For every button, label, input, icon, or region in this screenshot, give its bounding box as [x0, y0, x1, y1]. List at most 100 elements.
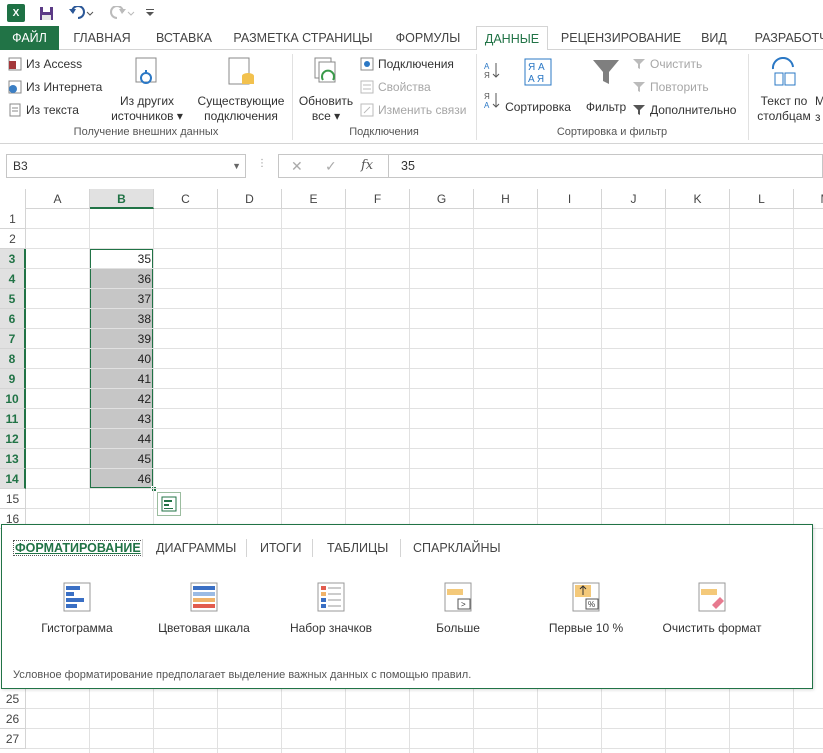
- column-header-f[interactable]: F: [346, 189, 410, 209]
- column-header-k[interactable]: K: [666, 189, 730, 209]
- sort-button[interactable]: Я AA Я Сортировка: [502, 54, 574, 115]
- column-header-h[interactable]: H: [474, 189, 538, 209]
- top-10-icon: %: [570, 581, 602, 613]
- advanced-filter-icon: [633, 105, 645, 115]
- column-header-b[interactable]: B: [90, 189, 154, 209]
- row-header-27[interactable]: 27: [0, 729, 26, 749]
- tab-home[interactable]: ГЛАВНАЯ: [64, 26, 140, 50]
- row-header-25[interactable]: 25: [0, 689, 26, 709]
- tab-formulas[interactable]: ФОРМУЛЫ: [388, 26, 468, 50]
- row-header-14[interactable]: 14: [0, 469, 26, 489]
- qa-tab-totals[interactable]: ИТОГИ: [260, 541, 302, 555]
- color-scale-icon: [188, 581, 220, 613]
- row-header-10[interactable]: 10: [0, 389, 26, 409]
- tab-review[interactable]: РЕЦЕНЗИРОВАНИЕ: [556, 26, 686, 50]
- row-header-7[interactable]: 7: [0, 329, 26, 349]
- clear-filter-button: Очистить: [632, 54, 702, 74]
- row-header-26[interactable]: 26: [0, 709, 26, 729]
- from-other-sources-button[interactable]: Из других источников ▾: [108, 54, 186, 124]
- column-header-e[interactable]: E: [282, 189, 346, 209]
- cancel-icon[interactable]: ✕: [291, 158, 303, 175]
- from-access-label: Из Access: [26, 57, 83, 71]
- sort-descending-button[interactable]: ЯA: [484, 90, 500, 110]
- customize-toolbar-icon[interactable]: [145, 3, 155, 23]
- qa-tab-tables[interactable]: ТАБЛИЦЫ: [327, 541, 388, 555]
- text-to-columns-button[interactable]: Текст по столбцам: [754, 54, 814, 124]
- filter-button[interactable]: Фильтр: [582, 54, 630, 115]
- row-header-4[interactable]: 4: [0, 269, 26, 289]
- top-10-option[interactable]: % Первые 10 %: [526, 581, 646, 635]
- formula-input[interactable]: 35: [388, 154, 823, 178]
- gridline: [26, 448, 823, 449]
- column-header-j[interactable]: J: [602, 189, 666, 209]
- from-access-button[interactable]: Из Access: [8, 54, 82, 74]
- column-header-g[interactable]: G: [410, 189, 474, 209]
- column-header-a[interactable]: A: [26, 189, 90, 209]
- existing-connections-button[interactable]: Существующие подключения: [194, 54, 288, 124]
- refresh-all-icon: [310, 54, 342, 90]
- gridline: [26, 228, 823, 229]
- refresh-all-button[interactable]: Обновить все ▾: [296, 54, 356, 124]
- reapply-label: Повторить: [650, 80, 709, 94]
- from-text-button[interactable]: Из текста: [8, 100, 79, 120]
- svg-text:A: A: [484, 62, 490, 71]
- column-header-i[interactable]: I: [538, 189, 602, 209]
- data-bars-option[interactable]: Гистограмма: [17, 581, 137, 635]
- tab-file[interactable]: ФАЙЛ: [0, 26, 59, 50]
- tab-data[interactable]: ДАННЫЕ: [476, 26, 548, 51]
- column-header-c[interactable]: C: [154, 189, 218, 209]
- row-header-8[interactable]: 8: [0, 349, 26, 369]
- column-header-m[interactable]: M: [794, 189, 823, 209]
- from-other-sources-line1: Из других: [119, 94, 175, 108]
- name-box[interactable]: B3 ▼: [6, 154, 246, 178]
- text-file-icon: [9, 103, 21, 117]
- color-scale-option[interactable]: Цветовая шкала: [144, 581, 264, 635]
- qa-tab-charts[interactable]: ДИАГРАММЫ: [156, 541, 236, 555]
- svg-text:A Я: A Я: [528, 74, 544, 85]
- formula-bar-grip-icon[interactable]: ⋮: [257, 158, 267, 169]
- quick-access-toolbar: X: [0, 0, 823, 26]
- chevron-down-icon[interactable]: ▼: [232, 155, 241, 177]
- row-header-13[interactable]: 13: [0, 449, 26, 469]
- row-header-11[interactable]: 11: [0, 409, 26, 429]
- insert-function-icon[interactable]: fx: [361, 158, 373, 173]
- sort-descending-icon: ЯA: [484, 92, 500, 110]
- column-header-l[interactable]: L: [730, 189, 794, 209]
- advanced-filter-button[interactable]: Дополнительно: [632, 100, 736, 120]
- formula-bar-buttons: ✕ ✓ fx: [278, 154, 388, 178]
- row-header-15[interactable]: 15: [0, 489, 26, 509]
- sort-ascending-button[interactable]: AЯ: [484, 60, 500, 80]
- save-icon[interactable]: [38, 3, 54, 23]
- from-web-button[interactable]: Из Интернета: [8, 77, 102, 97]
- row-header-5[interactable]: 5: [0, 289, 26, 309]
- svg-text:%: %: [588, 600, 595, 609]
- row-header-9[interactable]: 9: [0, 369, 26, 389]
- clear-filter-icon: [633, 59, 645, 69]
- enter-icon[interactable]: ✓: [325, 158, 337, 175]
- column-header-d[interactable]: D: [218, 189, 282, 209]
- qa-tab-separator: [312, 539, 313, 557]
- tab-view[interactable]: ВИД: [694, 26, 734, 50]
- tab-developer[interactable]: РАЗРАБОТЧ: [746, 26, 823, 50]
- select-all-corner[interactable]: [0, 189, 26, 209]
- row-header-12[interactable]: 12: [0, 429, 26, 449]
- qa-tab-formatting[interactable]: ФОРМАТИРОВАНИЕ: [13, 540, 143, 556]
- qa-tab-separator: [246, 539, 247, 557]
- row-header-3[interactable]: 3: [0, 249, 26, 269]
- filter-label: Фильтр: [585, 100, 627, 114]
- qa-tab-sparklines[interactable]: СПАРКЛАЙНЫ: [413, 541, 501, 555]
- undo-icon[interactable]: [67, 3, 95, 23]
- row-header-1[interactable]: 1: [0, 209, 26, 229]
- icon-set-option[interactable]: Набор значков: [271, 581, 391, 635]
- connections-button[interactable]: Подключения: [360, 54, 454, 74]
- gridline: [26, 248, 823, 249]
- clear-format-option[interactable]: Очистить формат: [652, 581, 772, 635]
- greater-than-option[interactable]: > Больше: [398, 581, 518, 635]
- quick-analysis-button[interactable]: [157, 492, 181, 516]
- row-header-6[interactable]: 6: [0, 309, 26, 329]
- tab-insert[interactable]: ВСТАВКА: [148, 26, 220, 50]
- tab-page-layout[interactable]: РАЗМЕТКА СТРАНИЦЫ: [228, 26, 378, 50]
- row-header-2[interactable]: 2: [0, 229, 26, 249]
- existing-connections-line2: подключения: [204, 109, 278, 123]
- icon-set-label: Набор значков: [289, 621, 373, 635]
